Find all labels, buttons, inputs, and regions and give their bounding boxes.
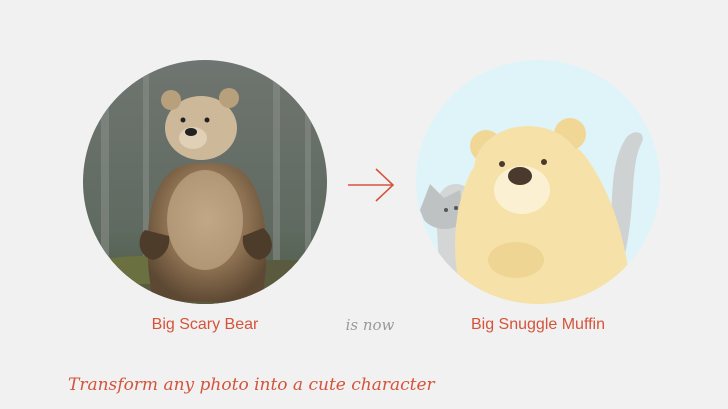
tagline: Transform any photo into a cute characte… bbox=[68, 375, 435, 395]
connector-text: is now bbox=[345, 316, 395, 334]
bear-photo-caption: Big Scary Bear bbox=[151, 316, 259, 333]
cartoon-bear-illustration bbox=[416, 60, 660, 304]
right-arrow-icon bbox=[348, 168, 395, 202]
bear-photo bbox=[83, 60, 327, 304]
cartoon-caption: Big Snuggle Muffin bbox=[470, 316, 605, 333]
